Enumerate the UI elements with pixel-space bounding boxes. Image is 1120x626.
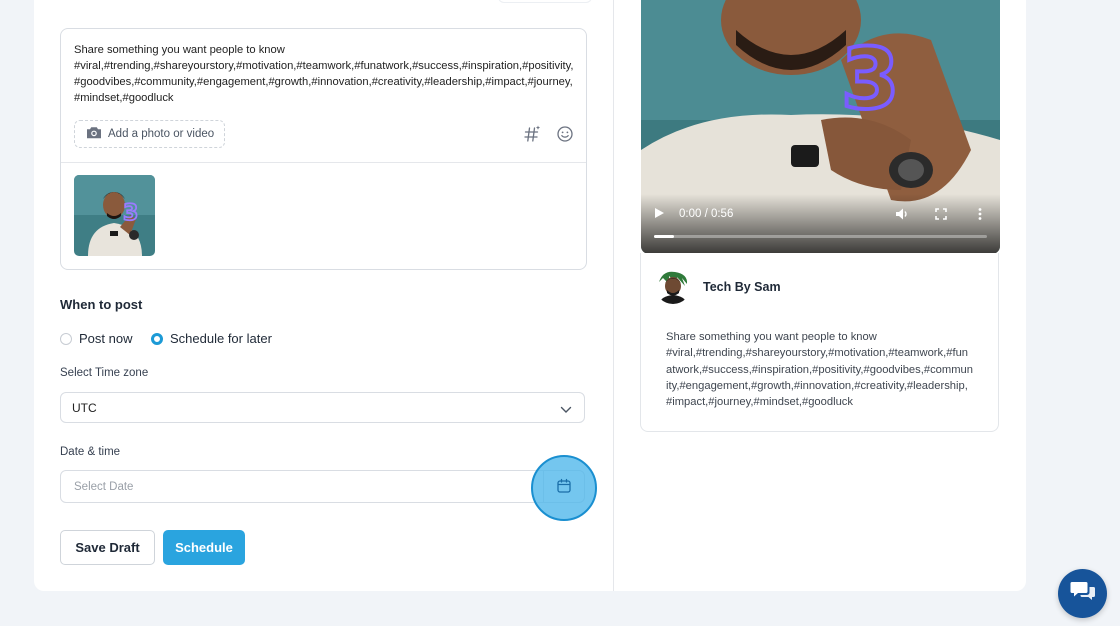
post-now-option[interactable]: Post now	[60, 331, 132, 346]
video-time: 0:00 / 0:56	[679, 208, 734, 220]
save-draft-button[interactable]: Save Draft	[60, 530, 155, 565]
thumb-overlay-digit: 3	[123, 201, 138, 226]
calendar-icon[interactable]	[556, 478, 572, 499]
video-progress-track[interactable]	[654, 235, 987, 238]
preview-hashtags: #viral,#trending,#shareyourstory,#motiva…	[666, 347, 973, 409]
date-input[interactable]: Select Date	[60, 470, 585, 503]
timezone-label: Select Time zone	[60, 367, 149, 379]
chat-bubbles-icon	[1070, 580, 1096, 607]
timezone-select[interactable]: UTC	[60, 392, 585, 423]
click-indicator	[531, 455, 597, 521]
composer-divider	[61, 162, 586, 163]
volume-icon[interactable]	[895, 207, 909, 221]
camera-icon	[86, 126, 102, 142]
timezone-value: UTC	[72, 400, 97, 415]
chat-button[interactable]	[1058, 569, 1107, 618]
hashtag-ai-icon[interactable]	[523, 125, 541, 143]
schedule-button[interactable]: Schedule	[163, 530, 245, 565]
datetime-label: Date & time	[60, 446, 121, 458]
add-photo-video-label: Add a photo or video	[108, 128, 215, 140]
video-overlay-digit: 3	[841, 30, 899, 128]
post-composer[interactable]: Share something you want people to know …	[60, 28, 587, 270]
emoji-icon[interactable]	[556, 125, 574, 143]
add-photo-video-button[interactable]: Add a photo or video	[74, 120, 226, 148]
date-placeholder: Select Date	[74, 480, 134, 493]
post-now-radio[interactable]	[60, 332, 72, 345]
top-control-fragment	[498, 0, 592, 3]
panel-divider	[613, 0, 614, 591]
video-progress-fill	[654, 235, 674, 238]
schedule-later-option[interactable]: Schedule for later	[151, 331, 272, 346]
video-preview[interactable]: 3 0:00 / 0:56	[641, 0, 1000, 254]
more-options-icon[interactable]	[973, 207, 987, 221]
video-controls	[641, 194, 1000, 254]
preview-post-text: Share something you want people to know …	[666, 329, 974, 410]
preview-text-line: Share something you want people to know	[666, 331, 877, 343]
post-text-line: Share something you want people to know	[74, 44, 285, 56]
attached-video-thumbnail[interactable]: 3	[74, 175, 155, 256]
schedule-later-radio[interactable]	[151, 332, 163, 345]
post-hashtags: #viral,#trending,#shareyourstory,#motiva…	[74, 60, 574, 104]
when-to-post-heading: When to post	[60, 297, 143, 312]
schedule-later-label: Schedule for later	[170, 331, 272, 346]
account-name: Tech By Sam	[703, 280, 781, 294]
play-icon[interactable]	[655, 208, 664, 218]
fullscreen-icon[interactable]	[934, 207, 948, 221]
chevron-down-icon	[560, 403, 572, 417]
avatar	[655, 268, 691, 304]
post-text[interactable]: Share something you want people to know …	[74, 42, 574, 106]
post-now-label: Post now	[79, 331, 133, 346]
